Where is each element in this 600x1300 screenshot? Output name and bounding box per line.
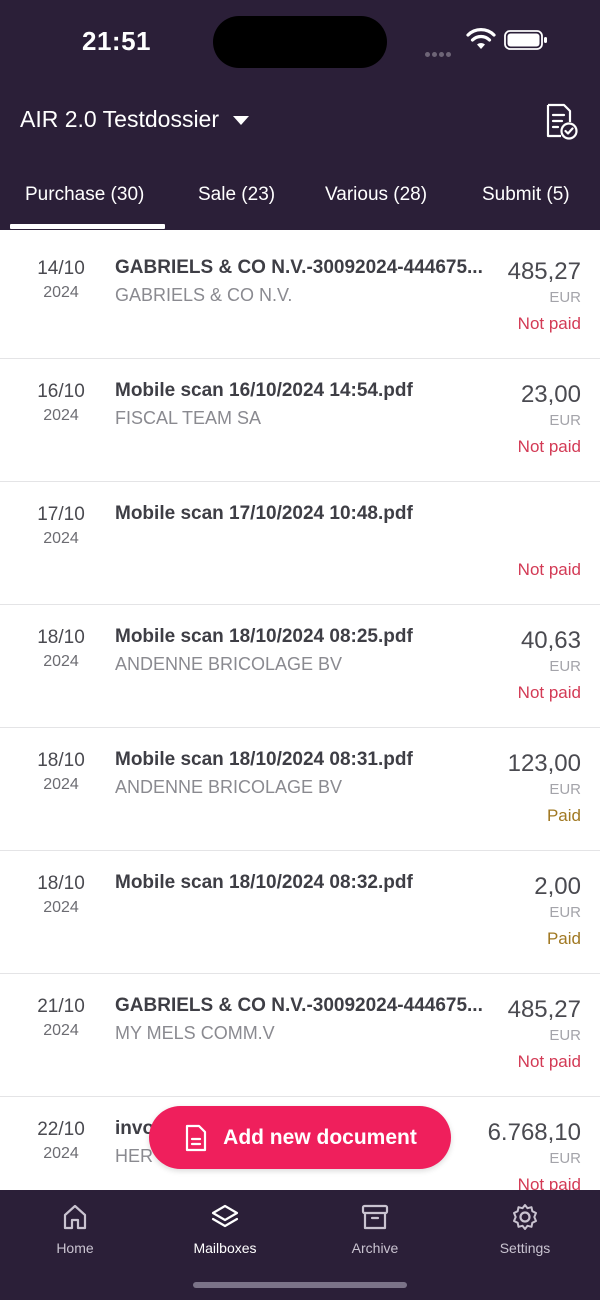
caret-down-icon (233, 116, 250, 125)
document-date-day: 17/10 (37, 504, 85, 525)
add-new-document-label: Add new document (223, 1125, 417, 1149)
document-currency: EUR (549, 412, 581, 429)
document-currency: EUR (549, 904, 581, 921)
document-date-year: 2024 (43, 530, 79, 547)
document-list: 14/10 2024 GABRIELS & CO N.V.-30092024-4… (0, 236, 600, 1220)
home-indicator[interactable] (193, 1282, 407, 1288)
document-date-year: 2024 (43, 653, 79, 670)
archive-icon (361, 1204, 389, 1230)
document-supplier: ANDENNE BRICOLAGE BV (115, 777, 343, 797)
payment-status: Not paid (517, 1052, 581, 1071)
payment-status: Not paid (517, 314, 581, 333)
list-item[interactable]: 14/10 2024 GABRIELS & CO N.V.-30092024-4… (0, 236, 600, 359)
app-header: 21:51 AIR 2.0 Testdossier Purchase (30) … (0, 0, 600, 230)
list-item[interactable]: 18/10 2024 Mobile scan 18/10/2024 08:32.… (0, 851, 600, 974)
document-date-day: 22/10 (37, 1119, 85, 1140)
document-supplier: ANDENNE BRICOLAGE BV (115, 654, 343, 674)
battery-icon (504, 30, 547, 50)
document-amount: 123,00 (507, 750, 581, 777)
payment-status: Paid (546, 806, 581, 825)
document-currency: EUR (549, 658, 581, 675)
document-currency: EUR (549, 1027, 581, 1044)
nav-mailboxes-label: Mailboxes (193, 1240, 257, 1256)
payment-status: Not paid (517, 437, 581, 456)
document-amount: 485,27 (507, 258, 581, 285)
nav-mailboxes[interactable]: Mailboxes (150, 1200, 300, 1256)
document-title: Mobile scan 18/10/2024 08:32.pdf (115, 872, 413, 893)
document-date-year: 2024 (43, 407, 79, 424)
active-tab-indicator (10, 224, 165, 229)
document-currency: EUR (549, 289, 581, 306)
tab-sale[interactable]: Sale (23) (198, 184, 275, 206)
document-date-year: 2024 (43, 1022, 79, 1039)
tab-various[interactable]: Various (28) (325, 184, 427, 206)
tab-purchase[interactable]: Purchase (30) (25, 184, 144, 206)
document-supplier: MY MELS COMM.V (115, 1023, 275, 1043)
payment-status: Not paid (517, 683, 581, 702)
layers-icon (211, 1204, 239, 1228)
document-amount: 2,00 (534, 873, 581, 900)
document-title: Mobile scan 17/10/2024 10:48.pdf (115, 503, 413, 524)
home-icon (63, 1204, 87, 1230)
gear-icon (513, 1204, 537, 1230)
wifi-icon (466, 28, 496, 49)
list-item[interactable]: 21/10 2024 GABRIELS & CO N.V.-30092024-4… (0, 974, 600, 1097)
cellular-signal-icon (425, 44, 459, 57)
document-date-day: 18/10 (37, 873, 85, 894)
document-currency: EUR (549, 1150, 581, 1167)
document-title: GABRIELS & CO N.V.-30092024-444675... (115, 995, 483, 1016)
document-currency: EUR (549, 781, 581, 798)
tab-bar: Purchase (30) Sale (23) Various (28) Sub… (0, 170, 600, 230)
nav-archive-label: Archive (351, 1240, 399, 1256)
dossier-selector[interactable]: AIR 2.0 Testdossier (20, 106, 250, 133)
dynamic-island (213, 16, 387, 68)
payment-status: Paid (546, 929, 581, 948)
nav-settings-label: Settings (499, 1240, 551, 1256)
nav-home[interactable]: Home (0, 1200, 150, 1256)
document-date-day: 16/10 (37, 381, 85, 402)
document-amount: 40,63 (520, 627, 581, 654)
nav-archive[interactable]: Archive (300, 1200, 450, 1256)
document-supplier: FISCAL TEAM SA (115, 408, 262, 428)
document-title: Mobile scan 18/10/2024 08:31.pdf (115, 749, 413, 770)
list-item[interactable]: 18/10 2024 Mobile scan 18/10/2024 08:25.… (0, 605, 600, 728)
add-new-document-button[interactable]: Add new document (149, 1106, 451, 1169)
document-date-day: 21/10 (37, 996, 85, 1017)
dossier-title: AIR 2.0 Testdossier (20, 106, 220, 132)
document-check-icon[interactable] (540, 101, 580, 141)
document-amount: 23,00 (520, 381, 581, 408)
document-date-day: 14/10 (37, 258, 85, 279)
status-bar-time: 21:51 (82, 26, 151, 56)
document-date-day: 18/10 (37, 750, 85, 771)
document-date-year: 2024 (43, 899, 79, 916)
document-date-year: 2024 (43, 776, 79, 793)
document-date-year: 2024 (43, 1145, 79, 1162)
document-date-day: 18/10 (37, 627, 85, 648)
document-title: Mobile scan 18/10/2024 08:25.pdf (115, 626, 413, 647)
document-icon (186, 1124, 207, 1151)
document-amount: 485,27 (507, 996, 581, 1023)
nav-home-label: Home (56, 1240, 94, 1256)
list-item[interactable]: 16/10 2024 Mobile scan 16/10/2024 14:54.… (0, 359, 600, 482)
document-date-year: 2024 (43, 284, 79, 301)
document-title: Mobile scan 16/10/2024 14:54.pdf (115, 380, 413, 401)
list-item[interactable]: 18/10 2024 Mobile scan 18/10/2024 08:31.… (0, 728, 600, 851)
document-title: GABRIELS & CO N.V.-30092024-444675... (115, 257, 483, 278)
list-item[interactable]: 17/10 2024 Mobile scan 17/10/2024 10:48.… (0, 482, 600, 605)
document-amount: 6.768,10 (487, 1119, 581, 1146)
nav-settings[interactable]: Settings (450, 1200, 600, 1256)
tab-submit[interactable]: Submit (5) (482, 184, 570, 206)
payment-status: Not paid (517, 560, 581, 579)
document-supplier: GABRIELS & CO N.V. (115, 285, 293, 305)
